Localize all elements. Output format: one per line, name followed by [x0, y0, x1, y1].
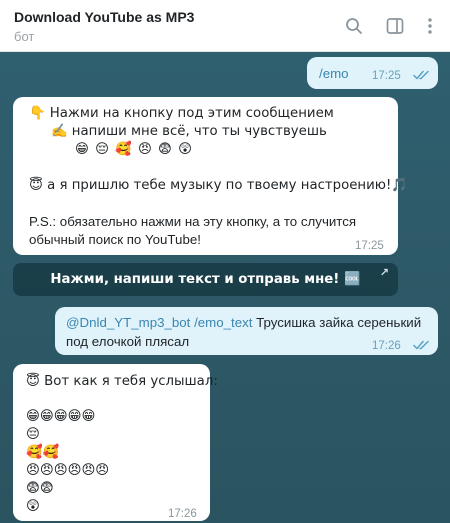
share-arrow-icon: ↗ [379, 267, 389, 279]
read-checkmarks-icon [413, 70, 429, 80]
message-text: Трусишка зайка серенький [252, 315, 422, 330]
message-incoming[interactable]: 👇 Нажми на кнопку под этим сообщением ✍️… [13, 97, 408, 255]
message-incoming[interactable]: 😇 Вот как я тебя услышал: 😁😁😁😁😁 😔 🥰🥰 😠😠😠… [13, 364, 218, 521]
message-line: обычный поиск по YouTube! [29, 232, 201, 247]
chat-subtitle: бот [14, 29, 35, 44]
message-time: 17:26 [372, 340, 401, 352]
more-vertical-icon[interactable] [419, 15, 441, 37]
message-text: под елочкой плясал [66, 334, 190, 349]
message-line: 👇 Нажми на кнопку под этим сообщением [29, 106, 334, 121]
message-line: 🥰🥰 [26, 445, 60, 460]
search-icon[interactable] [343, 15, 365, 37]
message-line: 😠😠😠😠😠😠 [26, 463, 110, 478]
message-time: 17:25 [372, 70, 401, 82]
message-line: 😇 а я пришлю тебе музыку по твоему настр… [29, 178, 408, 193]
message-line: 😔 [26, 427, 40, 442]
message-outgoing[interactable]: /emo 17:25 [307, 57, 438, 89]
inline-keyboard-button[interactable]: Нажми, напиши текст и отправь мне! 🆒 ↗ [13, 263, 398, 296]
message-text: /emo [319, 66, 349, 81]
inline-button-label: Нажми, напиши текст и отправь мне! 🆒 [50, 272, 361, 287]
chat-header: Download YouTube as MP3 бот [0, 0, 450, 52]
read-checkmarks-icon [413, 340, 429, 350]
message-time: 17:26 [168, 508, 197, 520]
bot-mention-link[interactable]: @Dnld_YT_mp3_bot /emo_text [66, 315, 252, 330]
message-line: P.S.: обязательно нажми на эту кнопку, а… [29, 214, 357, 229]
message-line: 😲 [26, 499, 40, 514]
message-line: 😁 😔 🥰 😠 😨 😲 [75, 142, 193, 157]
message-outgoing[interactable]: @Dnld_YT_mp3_bot /emo_text Трусишка зайк… [55, 307, 438, 355]
chat-title[interactable]: Download YouTube as MP3 [14, 9, 194, 25]
message-line: 😇 Вот как я тебя услышал: [26, 374, 218, 389]
message-line: ✍️ напиши мне всё, что ты чувствуешь [51, 124, 327, 139]
message-time: 17:25 [355, 240, 384, 252]
sidebar-toggle-icon[interactable] [384, 15, 406, 37]
message-line: 😨😨 [26, 481, 54, 496]
message-line: 😁😁😁😁😁 [26, 409, 96, 424]
